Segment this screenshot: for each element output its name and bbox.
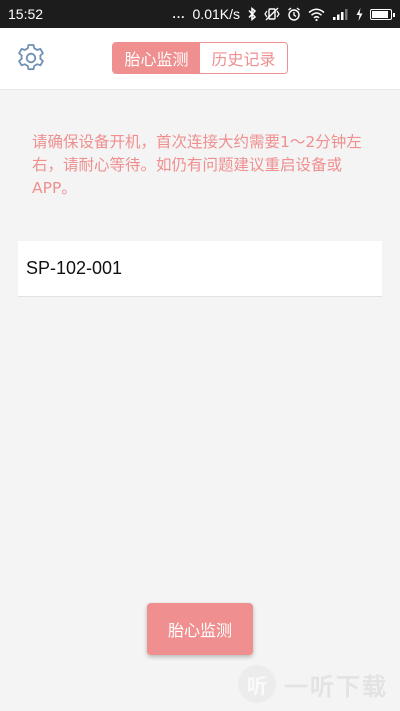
watermark: 听 一听下载 — [238, 664, 388, 704]
tab-fetal-monitoring[interactable]: 胎心监测 — [113, 43, 200, 73]
connection-notice: 请确保设备开机，首次连接大约需要1～2分钟左右，请耐心等待。如仍有问题建议重启设… — [32, 133, 362, 197]
battery-level — [372, 10, 388, 18]
wifi-icon — [308, 8, 325, 21]
status-bar: 15:52 ... 0.01K/s — [0, 0, 400, 28]
status-time: 15:52 — [8, 6, 44, 22]
view-tabs: 胎心监测 历史记录 — [112, 42, 288, 74]
watermark-logo: 听 — [238, 665, 276, 703]
app-bar: 胎心监测 历史记录 — [0, 28, 400, 90]
charging-icon — [356, 7, 363, 21]
gear-icon[interactable] — [15, 42, 47, 74]
bluetooth-icon — [248, 7, 257, 21]
watermark-text: 一听下载 — [284, 672, 388, 701]
fetal-monitoring-button[interactable]: 胎心监测 — [147, 603, 253, 655]
vibrate-icon — [264, 7, 280, 21]
device-list-item[interactable]: SP-102-001 — [18, 241, 382, 297]
more-notifications-indicator: ... — [172, 7, 186, 21]
status-icons: ... 0.01K/s — [172, 6, 395, 22]
battery-icon — [370, 8, 395, 20]
signal-icon — [333, 8, 348, 20]
network-speed: 0.01K/s — [192, 6, 240, 22]
alarm-icon — [288, 7, 300, 21]
tab-history[interactable]: 历史记录 — [200, 43, 287, 73]
